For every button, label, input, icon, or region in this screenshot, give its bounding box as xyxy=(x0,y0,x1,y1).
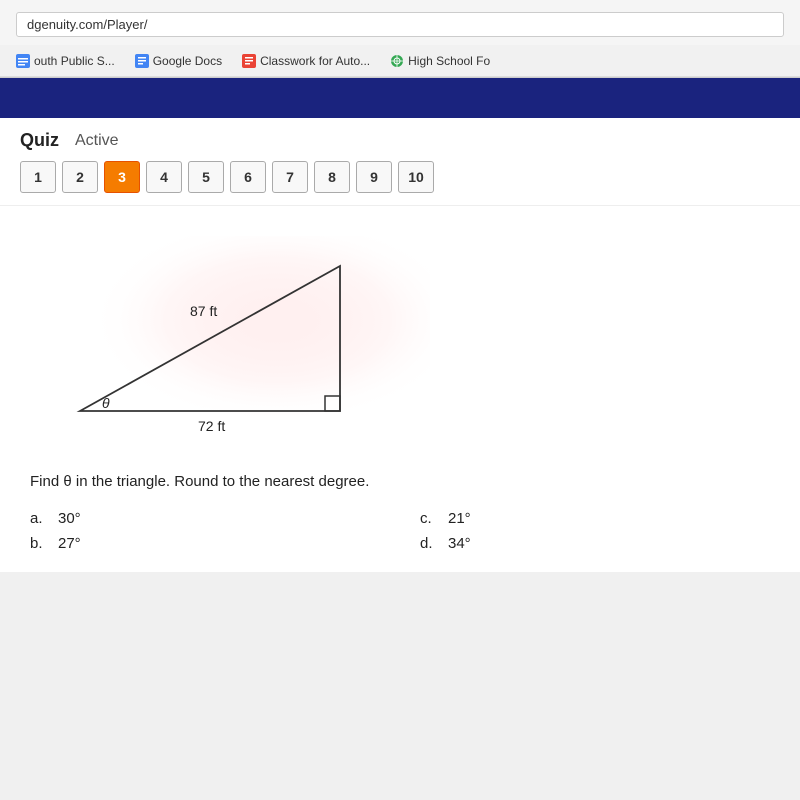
q-btn-1[interactable]: 1 xyxy=(20,161,56,193)
south-icon xyxy=(16,54,30,68)
quiz-label: Quiz xyxy=(20,130,59,151)
q-btn-3[interactable]: 3 xyxy=(104,161,140,193)
q-btn-10[interactable]: 10 xyxy=(398,161,434,193)
address-bar[interactable]: dgenuity.com/Player/ xyxy=(16,12,784,37)
q-btn-2[interactable]: 2 xyxy=(62,161,98,193)
bookmarks-bar: outh Public S... Google Docs xyxy=(0,45,800,77)
question-area: 87 ft 72 ft θ Find θ in the triangle. Ro… xyxy=(0,206,800,572)
answer-d-letter: d. xyxy=(420,535,440,552)
google-docs-icon xyxy=(135,54,149,68)
bookmark-google-docs[interactable]: Google Docs xyxy=(127,51,230,71)
nav-bar xyxy=(0,78,800,118)
angle-label: θ xyxy=(102,395,110,411)
triangle-diagram: 87 ft 72 ft θ xyxy=(50,236,770,451)
q-btn-8[interactable]: 8 xyxy=(314,161,350,193)
browser-chrome: dgenuity.com/Player/ outh Public S... Go… xyxy=(0,0,800,78)
answer-b-value: 27° xyxy=(58,535,81,552)
answer-b-letter: b. xyxy=(30,535,50,552)
classwork-icon xyxy=(242,54,256,68)
bookmark-highschool[interactable]: High School Fo xyxy=(382,51,498,71)
bookmark-google-docs-label: Google Docs xyxy=(153,54,222,68)
answers-grid: a. 30° c. 21° b. 27° d. 34° xyxy=(30,510,770,552)
quiz-header: Quiz Active 1 2 3 4 5 6 7 8 9 10 xyxy=(0,118,800,206)
quiz-title-row: Quiz Active xyxy=(20,130,780,151)
answer-b[interactable]: b. 27° xyxy=(30,535,380,552)
answer-c-letter: c. xyxy=(420,510,440,527)
q-btn-7[interactable]: 7 xyxy=(272,161,308,193)
quiz-status: Active xyxy=(75,132,119,150)
q-btn-6[interactable]: 6 xyxy=(230,161,266,193)
base-label: 72 ft xyxy=(198,418,225,434)
bookmark-classwork-label: Classwork for Auto... xyxy=(260,54,370,68)
highschool-icon xyxy=(390,54,404,68)
answer-a-value: 30° xyxy=(58,510,81,527)
question-numbers: 1 2 3 4 5 6 7 8 9 10 xyxy=(20,161,780,197)
bookmark-highschool-label: High School Fo xyxy=(408,54,490,68)
q-btn-5[interactable]: 5 xyxy=(188,161,224,193)
bookmark-classwork[interactable]: Classwork for Auto... xyxy=(234,51,378,71)
hyp-label: 87 ft xyxy=(190,303,217,319)
main-content: Quiz Active 1 2 3 4 5 6 7 8 9 10 xyxy=(0,118,800,572)
answer-d[interactable]: d. 34° xyxy=(420,535,770,552)
q-btn-9[interactable]: 9 xyxy=(356,161,392,193)
answer-a[interactable]: a. 30° xyxy=(30,510,380,527)
q-btn-4[interactable]: 4 xyxy=(146,161,182,193)
answer-c[interactable]: c. 21° xyxy=(420,510,770,527)
answer-c-value: 21° xyxy=(448,510,471,527)
bookmark-south[interactable]: outh Public S... xyxy=(8,51,123,71)
bookmark-south-label: outh Public S... xyxy=(34,54,115,68)
answer-a-letter: a. xyxy=(30,510,50,527)
question-text: Find θ in the triangle. Round to the nea… xyxy=(30,471,770,494)
answer-d-value: 34° xyxy=(448,535,471,552)
triangle-svg: 87 ft 72 ft θ xyxy=(50,236,430,446)
